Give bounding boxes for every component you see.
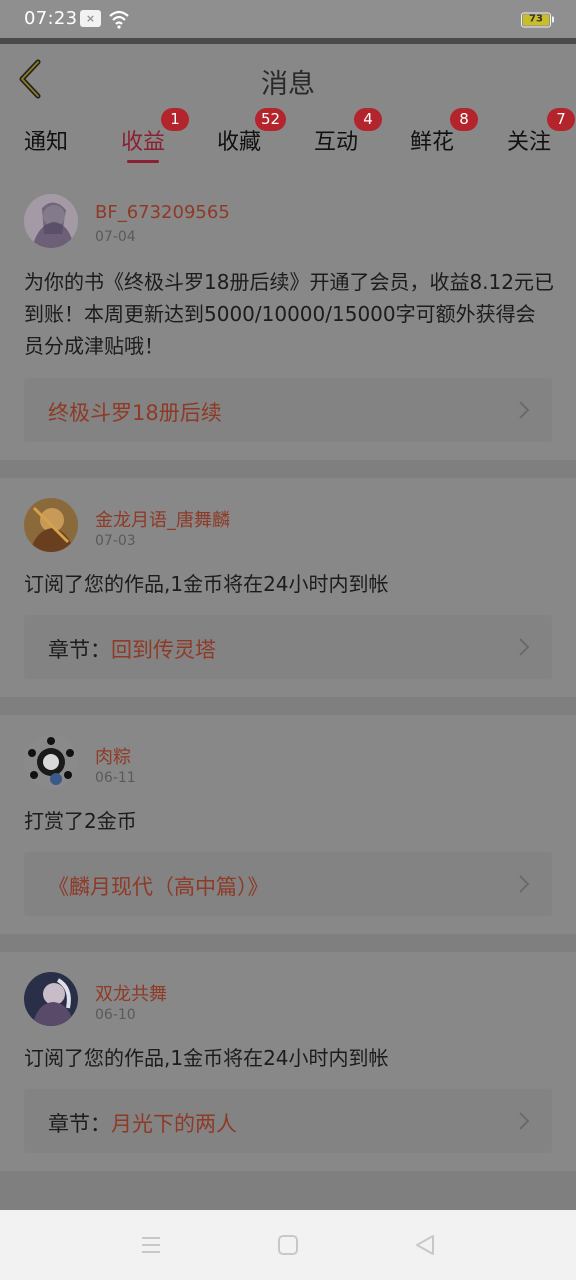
tab-label: 互动 xyxy=(314,130,359,155)
avatar[interactable] xyxy=(24,735,78,789)
back-icon[interactable] xyxy=(413,1233,437,1257)
status-time: 07:23 xyxy=(24,8,78,29)
list-item: 金龙月语_唐舞麟 07-03 订阅了您的作品,1金币将在24小时内到帐 章节：回… xyxy=(0,478,576,697)
tab-label: 收藏 xyxy=(217,130,262,155)
tab-bar: 通知 收益 1 收藏 52 互动 4 鲜花 8 关注 7 xyxy=(0,108,576,166)
wifi-icon xyxy=(109,10,129,29)
home-icon[interactable] xyxy=(276,1233,300,1257)
book-link[interactable]: 《麟月现代（高中篇）》 xyxy=(24,852,552,916)
message-text: 为你的书《终极斗罗18册后续》开通了会员，收益8.12元已到账！本周更新达到50… xyxy=(24,270,554,358)
tab-flowers[interactable]: 鲜花 8 xyxy=(410,108,478,156)
battery-level: 73 xyxy=(523,14,549,26)
book-title: 终极斗罗18册后续 xyxy=(48,401,222,425)
username[interactable]: 金龙月语_唐舞麟 xyxy=(95,506,230,532)
message-text: 打赏了2金币 xyxy=(24,809,137,833)
timestamp: 07-03 xyxy=(95,533,136,549)
message-text: 订阅了您的作品,1金币将在24小时内到帐 xyxy=(24,1046,389,1070)
tab-label: 鲜花 xyxy=(410,130,455,155)
unread-badge: 7 xyxy=(547,108,575,131)
header: 消息 xyxy=(0,44,576,114)
unread-badge: 52 xyxy=(255,108,287,131)
battery-icon: 73 xyxy=(521,12,554,28)
username[interactable]: BF_673209565 xyxy=(95,202,230,223)
tab-following[interactable]: 关注 7 xyxy=(507,108,575,156)
system-nav-bar xyxy=(0,1210,576,1280)
chevron-right-icon xyxy=(519,875,530,893)
avatar[interactable] xyxy=(24,194,78,248)
tab-label: 收益 xyxy=(121,130,166,155)
list-item: BF_673209565 07-04 为你的书《终极斗罗18册后续》开通了会员，… xyxy=(0,166,576,460)
avatar[interactable] xyxy=(24,498,78,552)
username[interactable]: 肉粽 xyxy=(95,743,131,769)
avatar[interactable] xyxy=(24,972,78,1026)
timestamp: 06-11 xyxy=(95,770,136,786)
chapter-title: 月光下的两人 xyxy=(111,1112,237,1136)
menu-icon[interactable] xyxy=(139,1233,163,1257)
chapter-link-text: 章节：月光下的两人 xyxy=(48,1108,237,1138)
unread-badge: 1 xyxy=(161,108,189,131)
unread-badge: 4 xyxy=(354,108,382,131)
notification-icon: × xyxy=(80,10,101,27)
chapter-label: 章节： xyxy=(48,638,111,662)
active-tab-indicator xyxy=(127,160,159,163)
book-link[interactable]: 终极斗罗18册后续 xyxy=(24,378,552,442)
chapter-link[interactable]: 章节：月光下的两人 xyxy=(24,1089,552,1153)
book-title: 《麟月现代（高中篇）》 xyxy=(48,875,269,899)
tab-favorites[interactable]: 收藏 52 xyxy=(217,108,287,156)
page-title: 消息 xyxy=(261,69,315,100)
message-text: 订阅了您的作品,1金币将在24小时内到帐 xyxy=(24,572,389,596)
chevron-right-icon xyxy=(519,638,530,656)
tab-notifications[interactable]: 通知 xyxy=(24,124,68,156)
chevron-right-icon xyxy=(519,1112,530,1130)
divider xyxy=(0,460,576,478)
tab-label: 通知 xyxy=(24,130,69,155)
list-item: 双龙共舞 06-10 订阅了您的作品,1金币将在24小时内到帐 章节：月光下的两… xyxy=(0,952,576,1171)
chevron-right-icon xyxy=(519,401,530,419)
chapter-link-text: 章节：回到传灵塔 xyxy=(48,634,216,664)
unread-badge: 8 xyxy=(450,108,478,131)
timestamp: 07-04 xyxy=(95,229,136,245)
divider xyxy=(0,1171,576,1210)
divider xyxy=(0,697,576,715)
tab-label: 关注 xyxy=(507,130,552,155)
status-bar: 07:23 × 73 xyxy=(0,0,576,38)
username[interactable]: 双龙共舞 xyxy=(95,980,167,1006)
tab-earnings[interactable]: 收益 1 xyxy=(121,108,189,156)
tab-interactions[interactable]: 互动 4 xyxy=(314,108,382,156)
timestamp: 06-10 xyxy=(95,1007,136,1023)
chapter-link[interactable]: 章节：回到传灵塔 xyxy=(24,615,552,679)
chapter-title: 回到传灵塔 xyxy=(111,638,216,662)
divider xyxy=(0,934,576,952)
chapter-label: 章节： xyxy=(48,1112,111,1136)
list-item: 肉粽 06-11 打赏了2金币 《麟月现代（高中篇）》 xyxy=(0,715,576,934)
